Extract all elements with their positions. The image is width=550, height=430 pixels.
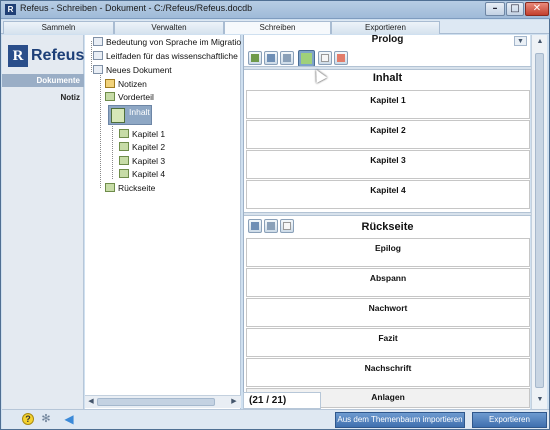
document-icon <box>93 65 103 74</box>
back-matter-row[interactable]: Nachwort <box>246 298 530 327</box>
tree-item[interactable]: Kapitel 1 <box>119 128 165 140</box>
minimize-button[interactable]: – <box>485 2 505 16</box>
export-button[interactable]: Exportieren <box>472 412 547 428</box>
tree-item[interactable]: Vorderteil <box>105 91 154 103</box>
app-window: R Refeus - Schreiben - Dokument - C:/Ref… <box>0 0 550 430</box>
left-rail: R Refeus Dokumente Notiz <box>2 35 84 409</box>
tree-item-selected[interactable]: Inhalt <box>108 105 152 125</box>
back-matter-row[interactable]: Epilog <box>246 238 530 267</box>
tree-item[interactable]: Kapitel 3 <box>119 155 165 167</box>
chapter-row[interactable]: Kapitel 3 <box>246 150 530 179</box>
tree-item[interactable]: Bedeutung von Sprache im Migratio <box>93 36 241 48</box>
tree-item-label: Kapitel 4 <box>132 169 166 179</box>
scroll-up-icon[interactable]: ▲ <box>535 37 545 47</box>
chapter-row[interactable]: Kapitel 1 <box>246 90 530 119</box>
app-icon: R <box>5 4 16 15</box>
puzzle-icon <box>301 53 312 64</box>
logo-text: Refeus <box>31 47 85 64</box>
document-icon <box>93 37 103 46</box>
tree-item-label: Inhalt <box>129 107 150 117</box>
main-tabs: Sammeln Verwalten Schreiben Exportieren <box>1 20 549 34</box>
section-counter: (21 / 21) <box>243 392 321 409</box>
chapter-icon <box>119 169 129 178</box>
rail-item-dokumente[interactable]: Dokumente <box>2 74 84 87</box>
scroll-right-icon[interactable]: ▶ <box>229 397 239 407</box>
tree-item-label: Kapitel 3 <box>132 156 166 166</box>
section-icon <box>105 183 115 192</box>
tree-connector <box>100 75 101 188</box>
add-chapter-button[interactable] <box>248 51 262 65</box>
tree-item[interactable]: Kapitel 4 <box>119 168 165 180</box>
back-matter-row[interactable]: Fazit <box>246 328 530 357</box>
document-icon <box>93 51 103 60</box>
add-icon <box>251 54 259 62</box>
logo-mark: R <box>8 45 28 67</box>
title-bar: R Refeus - Schreiben - Dokument - C:/Ref… <box>1 1 550 19</box>
back-matter-row[interactable]: Abspann <box>246 268 530 297</box>
tree-item[interactable]: Rückseite <box>105 182 155 194</box>
delete-section-button[interactable] <box>334 51 348 65</box>
add-puzzle-button[interactable] <box>298 50 315 67</box>
chevron-down-icon[interactable]: ▼ <box>514 36 527 46</box>
document-editor: Prolog Inhalt Kapitel 1 Kapitel 2 Kapite… <box>243 34 531 409</box>
import-from-theme-tree-button[interactable]: Aus dem Themenbaum importieren <box>335 412 465 428</box>
scrollbar-thumb[interactable] <box>97 398 215 406</box>
notes-icon <box>105 79 115 88</box>
maximize-button[interactable]: □ <box>506 2 524 16</box>
delete-icon <box>337 54 345 62</box>
close-button[interactable]: ✕ <box>525 2 549 16</box>
window-title: Refeus - Schreiben - Dokument - C:/Refeu… <box>20 3 253 13</box>
document-tree: Bedeutung von Sprache im Migratio Leitfa… <box>85 35 241 409</box>
back-section-title: Rückseite <box>361 221 414 233</box>
tree-item-label: Neues Dokument <box>106 65 172 75</box>
section-icon <box>111 108 125 123</box>
scroll-down-icon[interactable]: ▼ <box>535 395 545 405</box>
bottom-bar: ? ✻ ◀ Aus dem Themenbaum importieren Exp… <box>2 409 549 429</box>
page-icon <box>321 54 329 62</box>
content-section-title: Inhalt <box>372 72 403 84</box>
tab-verwalten[interactable]: Verwalten <box>114 21 224 34</box>
tree-item[interactable]: Neues Dokument <box>93 64 172 76</box>
tree-item[interactable]: Leitfaden für das wissenschaftliche <box>93 50 238 62</box>
section-divider <box>244 212 531 216</box>
tree-item-label: Leitfaden für das wissenschaftliche <box>106 51 238 61</box>
tree-item-label: Rückseite <box>118 183 156 193</box>
refeus-logo: R Refeus <box>8 45 84 69</box>
rail-item-notiz[interactable]: Notiz <box>2 91 84 104</box>
tree-item-label: Bedeutung von Sprache im Migratio <box>106 37 242 47</box>
gear-icon[interactable]: ✻ <box>40 413 52 425</box>
insert-section-button[interactable] <box>264 51 278 65</box>
help-icon[interactable]: ? <box>22 413 34 425</box>
chapter-icon <box>119 129 129 138</box>
chapter-icon <box>119 156 129 165</box>
insert-icon <box>267 54 275 62</box>
move-section-button[interactable] <box>280 51 294 65</box>
chapter-icon <box>119 142 129 151</box>
tab-exportieren[interactable]: Exportieren <box>331 21 440 34</box>
scrollbar-thumb[interactable] <box>535 53 544 388</box>
tree-horizontal-scrollbar[interactable]: ◀ ▶ <box>85 395 241 408</box>
tree-item[interactable]: Kapitel 2 <box>119 141 165 153</box>
tree-item-label: Vorderteil <box>118 92 154 102</box>
section-divider <box>244 66 531 70</box>
new-page-button[interactable] <box>318 51 332 65</box>
scroll-left-icon[interactable]: ◀ <box>86 397 96 407</box>
chapter-row[interactable]: Kapitel 2 <box>246 120 530 149</box>
tab-schreiben[interactable]: Schreiben <box>224 21 331 34</box>
tab-sammeln[interactable]: Sammeln <box>3 21 114 34</box>
chapter-row[interactable]: Kapitel 4 <box>246 180 530 209</box>
editor-vertical-scrollbar[interactable]: ▲ ▼ <box>531 35 547 409</box>
front-section-last-row[interactable]: Prolog <box>244 34 531 45</box>
back-arrow-icon[interactable]: ◀ <box>62 413 76 425</box>
tree-item-label: Kapitel 1 <box>132 129 166 139</box>
tree-item-label: Kapitel 2 <box>132 142 166 152</box>
tree-item[interactable]: Notizen <box>105 78 147 90</box>
section-icon <box>105 92 115 101</box>
move-icon <box>283 54 291 62</box>
tree-item-label: Notizen <box>118 79 147 89</box>
tree-connector <box>112 123 113 179</box>
back-matter-row[interactable]: Nachschrift <box>246 358 530 387</box>
tree-connector <box>91 41 92 72</box>
